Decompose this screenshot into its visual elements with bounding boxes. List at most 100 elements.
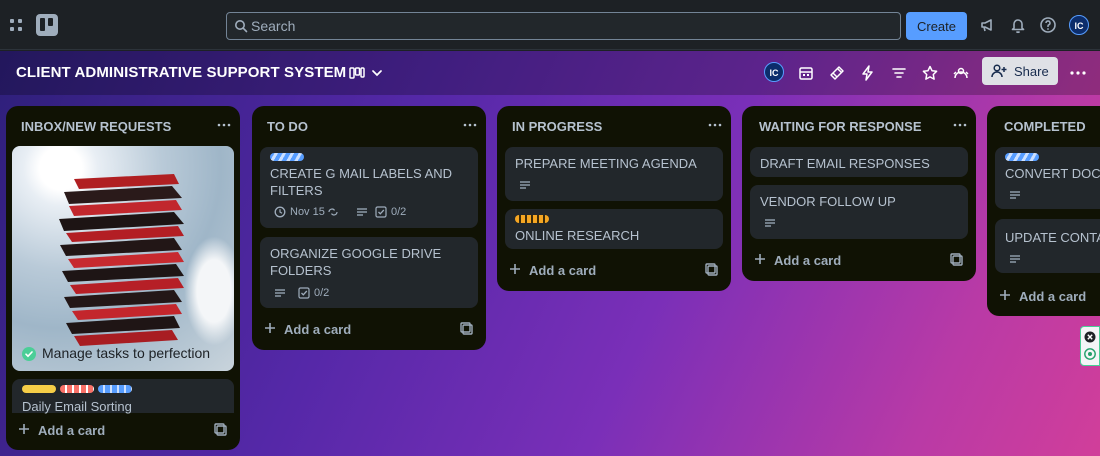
list-title[interactable]: COMPLETED: [1004, 119, 1086, 134]
list-header: COMPLETED: [987, 106, 1100, 144]
description-icon: [520, 181, 530, 189]
list-title[interactable]: INBOX/NEW REQUESTS: [21, 119, 171, 134]
card-create-gmail-labels[interactable]: CREATE G MAIL LABELS AND FILTERS Nov 15 …: [260, 147, 478, 228]
list-header: WAITING FOR RESPONSE: [742, 106, 976, 144]
search-box[interactable]: [226, 12, 901, 40]
add-card-label: Add a card: [774, 253, 842, 268]
top-navigation: Create IC: [0, 0, 1100, 50]
add-card-button[interactable]: Add a card: [14, 418, 214, 442]
plus-icon: [510, 264, 520, 274]
card-title: Daily Email Sorting: [22, 399, 132, 414]
label-red: [60, 385, 94, 393]
extension-logo-icon[interactable]: [1084, 348, 1096, 360]
add-card-button[interactable]: Add a card: [260, 317, 460, 341]
list-waiting-for-response: WAITING FOR RESPONSE DRAFT EMAIL RESPONS…: [742, 106, 976, 281]
card-cover-image: Manage tasks to perfection: [12, 146, 234, 371]
automation-bolt-icon[interactable]: [858, 63, 878, 83]
plus-icon: [1000, 290, 1010, 300]
list-in-progress: IN PROGRESS PREPARE MEETING AGENDA ONLIN…: [497, 106, 731, 291]
power-ups-rocket-icon[interactable]: [827, 63, 847, 83]
board-canvas: CLIENT ADMINISTRATIVE SUPPORT SYSTEM IC: [0, 51, 1100, 456]
card-daily-email-sorting[interactable]: Daily Email Sorting: [12, 379, 234, 414]
create-button[interactable]: Create: [906, 12, 967, 40]
list-to-do: TO DO CREATE G MAIL LABELS AND FILTERS N…: [252, 106, 486, 350]
description-icon: [357, 208, 367, 216]
card-online-research[interactable]: ONLINE RESEARCH: [505, 209, 723, 249]
star-icon[interactable]: [920, 63, 940, 83]
clock-icon: [274, 206, 286, 218]
tower-illustration: [59, 174, 184, 346]
card-title: CREATE G MAIL LABELS AND FILTERS: [270, 166, 453, 198]
board-member-avatar[interactable]: IC: [764, 62, 784, 82]
list-menu-icon[interactable]: [217, 120, 231, 130]
add-card-button[interactable]: Add a card: [995, 284, 1100, 308]
card-template-icon[interactable]: [460, 322, 474, 336]
add-card-button[interactable]: Add a card: [750, 248, 950, 272]
chevron-down-icon[interactable]: [367, 63, 387, 83]
card-vendor-follow-up[interactable]: VENDOR FOLLOW UP: [750, 185, 968, 239]
add-card-label: Add a card: [38, 423, 106, 438]
calendar-icon[interactable]: [796, 63, 816, 83]
checklist-icon: [375, 206, 387, 218]
app-switcher-icon[interactable]: [6, 15, 26, 35]
card-draft-email-responses[interactable]: DRAFT EMAIL RESPONSES: [750, 147, 968, 177]
board-view-icon[interactable]: [347, 63, 367, 83]
list-menu-icon[interactable]: [463, 120, 477, 130]
description-icon: [765, 219, 775, 227]
share-label: Share: [1014, 64, 1049, 79]
extension-widget[interactable]: [1080, 326, 1100, 366]
megaphone-icon[interactable]: [978, 15, 998, 35]
card-title: UPDATE CONTAC: [1005, 230, 1100, 245]
share-button[interactable]: Share: [982, 57, 1058, 85]
card-template-icon[interactable]: [950, 253, 964, 267]
board-header: CLIENT ADMINISTRATIVE SUPPORT SYSTEM IC: [0, 51, 1100, 95]
list-menu-icon[interactable]: [953, 120, 967, 130]
list-title[interactable]: WAITING FOR RESPONSE: [759, 119, 922, 134]
list-header: TO DO: [252, 106, 486, 144]
filter-icon[interactable]: [889, 63, 909, 83]
list-title[interactable]: IN PROGRESS: [512, 119, 602, 134]
label-orange-stripe: [515, 215, 549, 223]
card-organize-google-drive[interactable]: ORGANIZE GOOGLE DRIVE FOLDERS 0/2: [260, 237, 478, 308]
card-convert-documents[interactable]: CONVERT DOCU: [995, 147, 1100, 209]
label-yellow: [22, 385, 56, 393]
description-icon: [1010, 255, 1020, 263]
add-card-label: Add a card: [529, 263, 597, 278]
card-template-icon[interactable]: [214, 423, 228, 437]
list-completed: COMPLETED CONVERT DOCU UPDATE CONTAC Add…: [987, 106, 1100, 316]
help-icon[interactable]: [1038, 15, 1058, 35]
label-blue: [98, 385, 132, 393]
card-title: PREPARE MEETING AGENDA: [515, 156, 697, 171]
check-circle-icon: [22, 347, 36, 361]
search-icon: [235, 20, 248, 33]
checklist-icon: [298, 287, 310, 299]
more-options-icon[interactable]: [1068, 63, 1088, 83]
recurring-icon: [328, 208, 338, 216]
user-avatar[interactable]: IC: [1069, 15, 1089, 35]
card-update-contacts[interactable]: UPDATE CONTAC: [995, 219, 1100, 273]
checklist-count: 0/2: [314, 287, 330, 299]
card-template-icon[interactable]: [705, 263, 719, 277]
description-icon: [275, 289, 285, 297]
board-title[interactable]: CLIENT ADMINISTRATIVE SUPPORT SYSTEM: [16, 64, 346, 81]
list-header: IN PROGRESS: [497, 106, 731, 144]
trello-logo-icon[interactable]: [36, 14, 58, 36]
add-person-icon: [991, 64, 1007, 78]
card-prepare-meeting-agenda[interactable]: PREPARE MEETING AGENDA: [505, 147, 723, 201]
search-input[interactable]: [251, 13, 891, 39]
list-header: INBOX/NEW REQUESTS: [6, 106, 240, 144]
close-icon[interactable]: [1084, 331, 1096, 343]
list-title[interactable]: TO DO: [267, 119, 308, 134]
checklist-count: 0/2: [391, 206, 407, 218]
visibility-workspace-icon[interactable]: [951, 63, 971, 83]
list-menu-icon[interactable]: [708, 120, 722, 130]
add-card-label: Add a card: [1019, 289, 1087, 304]
list-inbox: INBOX/NEW REQUESTS Manage tasks to perfe…: [6, 106, 240, 450]
notifications-bell-icon[interactable]: [1008, 15, 1028, 35]
cover-card[interactable]: Manage tasks to perfection: [12, 146, 234, 371]
add-card-button[interactable]: Add a card: [505, 258, 705, 282]
card-title: VENDOR FOLLOW UP: [760, 194, 896, 209]
plus-icon: [265, 323, 275, 333]
add-card-label: Add a card: [284, 322, 352, 337]
card-title: CONVERT DOCU: [1005, 166, 1100, 181]
